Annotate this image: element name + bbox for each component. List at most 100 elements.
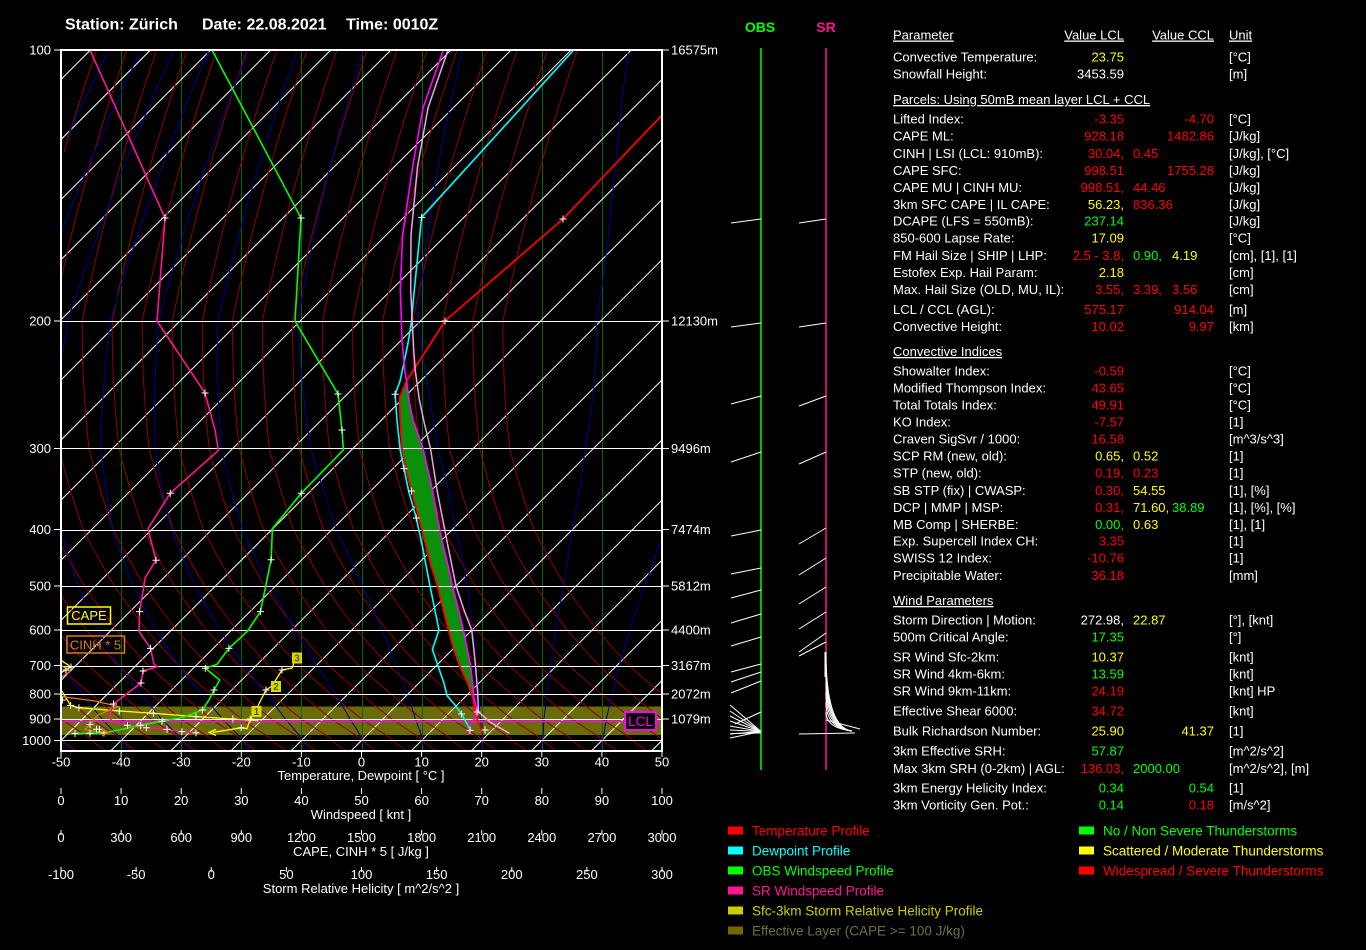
svg-text:0.14: 0.14 bbox=[1099, 798, 1124, 813]
svg-text:16.58: 16.58 bbox=[1091, 432, 1124, 447]
svg-text:Wind Parameters: Wind Parameters bbox=[893, 593, 994, 608]
svg-text:0.23: 0.23 bbox=[1133, 466, 1158, 481]
svg-text:17.35: 17.35 bbox=[1091, 630, 1124, 645]
svg-text:998.51: 998.51 bbox=[1084, 163, 1124, 178]
svg-text:600: 600 bbox=[29, 623, 51, 638]
svg-text:0: 0 bbox=[57, 830, 64, 845]
svg-text:[J/kg]: [J/kg] bbox=[1229, 214, 1260, 229]
svg-text:30: 30 bbox=[234, 793, 248, 808]
svg-text:800: 800 bbox=[29, 687, 51, 702]
svg-text:KO Index:: KO Index: bbox=[893, 415, 951, 430]
svg-text:Craven SigSvr / 1000:: Craven SigSvr / 1000: bbox=[893, 432, 1020, 447]
svg-text:70: 70 bbox=[474, 793, 488, 808]
svg-text:Estofex Exp. Hail Param:: Estofex Exp. Hail Param: bbox=[893, 265, 1038, 280]
svg-text:700: 700 bbox=[29, 658, 51, 673]
svg-text:[°], [knt]: [°], [knt] bbox=[1229, 613, 1273, 628]
svg-text:0.31,: 0.31, bbox=[1095, 500, 1124, 515]
svg-text:0: 0 bbox=[57, 793, 64, 808]
svg-text:Convective Height:: Convective Height: bbox=[893, 319, 1002, 334]
svg-text:Station: Zürich: Station: Zürich bbox=[65, 17, 178, 34]
svg-text:Date: 22.08.2021: Date: 22.08.2021 bbox=[202, 17, 327, 34]
svg-text:Bulk Richardson Number:: Bulk Richardson Number: bbox=[893, 724, 1041, 739]
svg-text:71.60,: 71.60, bbox=[1133, 500, 1169, 515]
svg-text:[°C]: [°C] bbox=[1229, 381, 1251, 396]
svg-text:3km Vorticity Gen. Pot.:: 3km Vorticity Gen. Pot.: bbox=[893, 798, 1029, 813]
svg-text:SR Wind 9km-11km:: SR Wind 9km-11km: bbox=[893, 684, 1011, 699]
svg-text:Windspeed [ knt ]: Windspeed [ knt ] bbox=[311, 807, 411, 822]
svg-text:40: 40 bbox=[294, 793, 308, 808]
svg-text:MB Comp | SHERBE:: MB Comp | SHERBE: bbox=[893, 517, 1018, 532]
svg-text:36.18: 36.18 bbox=[1091, 568, 1124, 583]
svg-text:3453.59: 3453.59 bbox=[1077, 67, 1124, 82]
svg-text:[1], [%]: [1], [%] bbox=[1229, 483, 1269, 498]
svg-text:60: 60 bbox=[414, 793, 428, 808]
svg-text:900: 900 bbox=[230, 830, 252, 845]
svg-text:3km SFC CAPE | IL CAPE:: 3km SFC CAPE | IL CAPE: bbox=[893, 197, 1050, 212]
svg-text:7474m: 7474m bbox=[671, 522, 711, 537]
svg-text:30.04,: 30.04, bbox=[1088, 146, 1124, 161]
svg-text:-7.57: -7.57 bbox=[1094, 415, 1124, 430]
svg-text:2400: 2400 bbox=[527, 830, 556, 845]
svg-text:No / Non Severe Thunderstorms: No / Non Severe Thunderstorms bbox=[1103, 824, 1297, 839]
svg-text:Parameter: Parameter bbox=[893, 28, 954, 43]
svg-text:0.54: 0.54 bbox=[1189, 781, 1214, 796]
svg-text:[m/s^2]: [m/s^2] bbox=[1229, 798, 1271, 813]
svg-text:836.36: 836.36 bbox=[1133, 197, 1173, 212]
svg-text:38.89: 38.89 bbox=[1172, 500, 1205, 515]
svg-text:Total Totals Index:: Total Totals Index: bbox=[893, 398, 997, 413]
svg-text:44.46: 44.46 bbox=[1133, 180, 1166, 195]
svg-text:13.59: 13.59 bbox=[1091, 667, 1124, 682]
svg-text:2700: 2700 bbox=[587, 830, 616, 845]
svg-text:SCP RM (new, old):: SCP RM (new, old): bbox=[893, 449, 1007, 464]
svg-text:-20: -20 bbox=[232, 755, 251, 770]
svg-text:2072m: 2072m bbox=[671, 687, 711, 702]
svg-text:56.23,: 56.23, bbox=[1088, 197, 1124, 212]
svg-text:[°C]: [°C] bbox=[1229, 112, 1251, 127]
svg-text:[1]: [1] bbox=[1229, 449, 1243, 464]
svg-text:100: 100 bbox=[351, 867, 373, 882]
svg-text:-40: -40 bbox=[112, 755, 131, 770]
svg-text:0.45: 0.45 bbox=[1133, 146, 1158, 161]
svg-text:300: 300 bbox=[29, 441, 51, 456]
svg-text:Scattered / Moderate Thunderst: Scattered / Moderate Thunderstorms bbox=[1103, 844, 1324, 859]
svg-text:237.14: 237.14 bbox=[1084, 214, 1124, 229]
svg-text:Sfc-3km Storm Relative Helicit: Sfc-3km Storm Relative Helicity Profile bbox=[752, 904, 983, 919]
svg-text:0.34: 0.34 bbox=[1099, 781, 1124, 796]
svg-text:49.91: 49.91 bbox=[1091, 398, 1124, 413]
svg-text:CAPE MU | CINH MU:: CAPE MU | CINH MU: bbox=[893, 180, 1022, 195]
svg-text:OBS: OBS bbox=[745, 19, 775, 35]
svg-text:[°C]: [°C] bbox=[1229, 398, 1251, 413]
svg-text:23.75: 23.75 bbox=[1091, 50, 1124, 65]
svg-text:[1]: [1] bbox=[1229, 781, 1243, 796]
svg-text:Precipitable Water:: Precipitable Water: bbox=[893, 568, 1002, 583]
svg-text:[1], [%], [%]: [1], [%], [%] bbox=[1229, 500, 1295, 515]
svg-text:16575m: 16575m bbox=[671, 43, 718, 58]
svg-text:850-600 Lapse Rate:: 850-600 Lapse Rate: bbox=[893, 231, 1014, 246]
svg-text:Modified Thompson Index:: Modified Thompson Index: bbox=[893, 381, 1046, 396]
svg-text:1000: 1000 bbox=[22, 733, 51, 748]
svg-text:[m]: [m] bbox=[1229, 67, 1247, 82]
svg-text:1800: 1800 bbox=[407, 830, 436, 845]
svg-text:Storm Relative Helicity [ m^2: Storm Relative Helicity [ m^2/s^2 ] bbox=[263, 881, 459, 896]
svg-text:0.90,: 0.90, bbox=[1133, 248, 1162, 263]
svg-text:Parcels: Using 50mB mean layer: Parcels: Using 50mB mean layer LCL + CCL bbox=[893, 92, 1150, 107]
svg-text:[J/kg]: [J/kg] bbox=[1229, 180, 1260, 195]
svg-text:900: 900 bbox=[29, 712, 51, 727]
svg-text:4.19: 4.19 bbox=[1172, 248, 1197, 263]
svg-text:CINH | LSI (LCL: 910mB):: CINH | LSI (LCL: 910mB): bbox=[893, 146, 1043, 161]
svg-text:30: 30 bbox=[535, 755, 549, 770]
svg-text:OBS Windspeed Profile: OBS Windspeed Profile bbox=[752, 864, 894, 879]
svg-text:Effective Layer (CAPE >= 100 J: Effective Layer (CAPE >= 100 J/kg) bbox=[752, 924, 965, 939]
svg-text:SR Wind Sfc-2km:: SR Wind Sfc-2km: bbox=[893, 650, 999, 665]
svg-text:50: 50 bbox=[655, 755, 669, 770]
svg-text:9.97: 9.97 bbox=[1189, 319, 1214, 334]
svg-text:Max 3km SRH (0-2km) | AGL:: Max 3km SRH (0-2km) | AGL: bbox=[893, 761, 1065, 776]
svg-text:300: 300 bbox=[110, 830, 132, 845]
svg-text:Snowfall Height:: Snowfall Height: bbox=[893, 67, 987, 82]
svg-text:34.72: 34.72 bbox=[1091, 704, 1124, 719]
svg-text:[J/kg]: [J/kg] bbox=[1229, 197, 1260, 212]
svg-text:100: 100 bbox=[651, 793, 673, 808]
svg-text:[°C]: [°C] bbox=[1229, 231, 1251, 246]
svg-text:80: 80 bbox=[535, 793, 549, 808]
svg-text:Temperature Profile: Temperature Profile bbox=[752, 824, 870, 839]
